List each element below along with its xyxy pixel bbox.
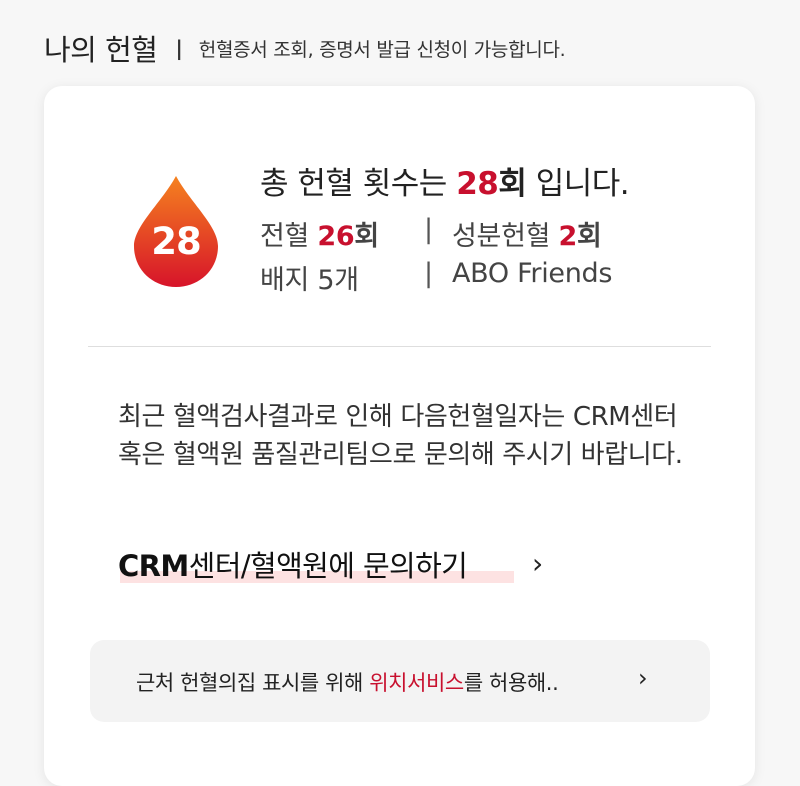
location-service-highlight: 위치서비스 [369, 671, 464, 695]
crm-inquiry-link[interactable]: CRM센터/혈액원에 문의하기 › [118, 541, 598, 587]
donation-count-badge: 28 [132, 174, 220, 289]
crm-link-text: CRM센터/혈액원에 문의하기 [118, 543, 468, 585]
stat-separator: | [424, 258, 433, 289]
component-stat: 성분헌혈 2회 [452, 214, 602, 253]
component-label: 성분헌혈 [452, 221, 559, 252]
total-donation-summary: 총 헌혈 횟수는 28회 입니다. [260, 158, 630, 203]
chevron-right-icon: › [638, 664, 648, 692]
stat-separator: | [424, 214, 433, 245]
badge-count: 28 [151, 220, 202, 263]
crm-link-rest: 센터/혈액원에 문의하기 [188, 549, 468, 583]
header-separator: | [175, 36, 183, 60]
summary-count: 28 [456, 166, 499, 202]
location-permission-banner[interactable]: 근처 헌혈의집 표시를 위해 위치서비스를 허용해.. › [90, 640, 710, 722]
crm-link-bold: CRM [118, 549, 189, 583]
donation-summary-card: 28 총 헌혈 횟수는 28회 입니다. 전혈 26회 | 성분헌혈 2회 배지… [44, 86, 755, 786]
whole-blood-count: 26 [317, 221, 355, 252]
location-suffix: 를 허용해.. [463, 671, 559, 695]
abo-friends-link[interactable]: ABO Friends [452, 258, 612, 289]
whole-blood-stat: 전혈 26회 [260, 214, 379, 253]
component-unit: 회 [576, 221, 602, 252]
summary-unit: 회 [498, 166, 527, 202]
location-banner-text: 근처 헌혈의집 표시를 위해 위치서비스를 허용해.. [136, 667, 559, 697]
divider [88, 346, 711, 347]
page-title: 나의 헌혈 [44, 33, 158, 67]
chevron-right-icon: › [532, 547, 544, 580]
whole-blood-unit: 회 [354, 221, 379, 252]
component-count: 2 [558, 221, 577, 252]
summary-suffix: 입니다. [526, 166, 630, 202]
whole-blood-label: 전혈 [260, 221, 318, 252]
location-prefix: 근처 헌혈의집 표시를 위해 [136, 671, 370, 695]
section-header: 나의 헌혈 | 헌혈증서 조회, 증명서 발급 신청이 가능합니다. [44, 28, 566, 68]
badges-count-link[interactable]: 배지 5개 [260, 258, 359, 297]
next-donation-notice: 최근 혈액검사결과로 인해 다음헌혈일자는 CRM센터 혹은 혈액원 품질관리팀… [118, 402, 683, 470]
summary-prefix: 총 헌혈 횟수는 [260, 166, 457, 202]
header-description: 헌혈증서 조회, 증명서 발급 신청이 가능합니다. [198, 38, 566, 61]
